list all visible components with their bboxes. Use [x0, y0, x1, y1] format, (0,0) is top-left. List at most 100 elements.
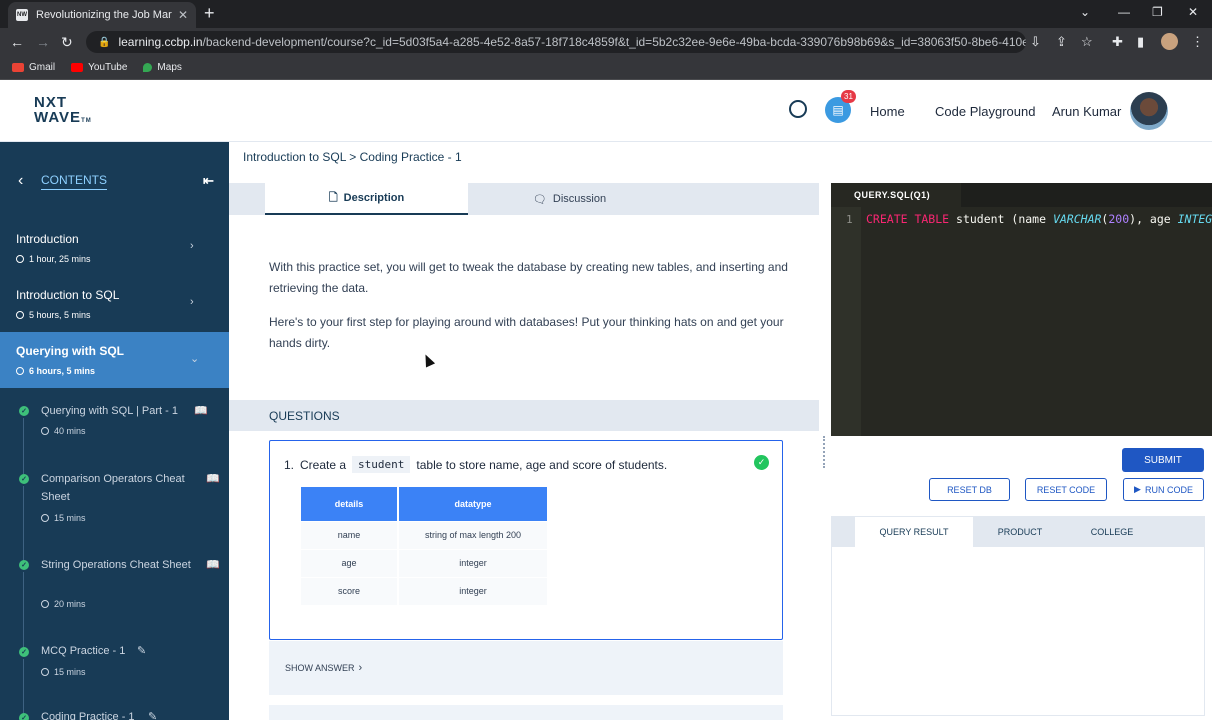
window-close-icon[interactable]: ✕ — [1188, 5, 1198, 19]
contents-label[interactable]: CONTENTS — [41, 173, 107, 190]
tab-college[interactable]: COLLEGE — [1067, 517, 1157, 547]
check-icon: ✓ — [19, 474, 29, 484]
nav-code-playground[interactable]: Code Playground — [935, 104, 1035, 119]
close-icon[interactable]: ✕ — [178, 8, 188, 22]
result-tabs: QUERY RESULT PRODUCT COLLEGE — [832, 517, 1204, 547]
address-bar-row: ← → ↻ 🔒 learning.ccbp.in/backend-develop… — [0, 28, 1212, 56]
tab-product[interactable]: PRODUCT — [973, 517, 1067, 547]
run-code-button[interactable]: ▶ RUN CODE — [1123, 478, 1204, 501]
extensions-icon[interactable]: ✚ — [1112, 34, 1123, 50]
reload-icon[interactable]: ↻ — [61, 34, 73, 51]
code-keyword: CREATE TABLE — [866, 212, 950, 226]
module-duration: 5 hours, 5 mins — [16, 310, 91, 320]
new-tab-icon[interactable]: + — [204, 4, 215, 22]
back-arrow-icon[interactable]: ← — [10, 34, 24, 50]
item-title: Coding Practice - 1 — [41, 711, 135, 720]
questions-header: QUESTIONS — [229, 400, 819, 431]
sidepanel-icon[interactable]: ▮ — [1137, 34, 1144, 50]
timer-icon[interactable] — [789, 100, 807, 118]
sidebar-module-introduction[interactable]: Introduction 1 hour, 25 mins › — [0, 220, 229, 276]
button-label: RUN CODE — [1144, 484, 1193, 495]
reset-code-button[interactable]: RESET CODE — [1025, 478, 1107, 501]
tab-description[interactable]: 🗋 Description — [265, 183, 468, 215]
collapse-sidebar-icon[interactable]: ⇤ — [203, 173, 214, 189]
youtube-icon — [71, 63, 84, 72]
timeline-line — [23, 659, 24, 715]
table-row: score integer — [301, 576, 549, 605]
install-icon[interactable]: ⇩ — [1030, 34, 1041, 50]
browser-tab[interactable]: NW Revolutionizing the Job Market | ✕ — [8, 2, 196, 28]
tab-discussion[interactable]: 🗨 Discussion — [468, 183, 671, 215]
timeline-line — [23, 572, 24, 648]
chevron-down-icon[interactable]: ⌄ — [1080, 5, 1090, 19]
table-row: age integer — [301, 548, 549, 577]
profile-avatar[interactable] — [1161, 33, 1178, 50]
clock-icon — [41, 427, 49, 435]
duration-text: 5 hours, 5 mins — [29, 310, 91, 320]
chevron-right-icon: › — [190, 240, 194, 252]
bookmark-star-icon[interactable]: ☆ — [1081, 34, 1093, 50]
bookmarks-bar: Gmail YouTube Maps — [0, 56, 1212, 80]
item-duration: 20 mins — [41, 599, 86, 609]
bookmark-youtube[interactable]: YouTube — [71, 62, 127, 73]
nav-home[interactable]: Home — [870, 104, 905, 119]
user-name[interactable]: Arun Kumar — [1052, 104, 1121, 119]
book-icon: 📖 — [194, 405, 208, 417]
tab-label: Description — [343, 192, 405, 204]
pencil-icon: ✎ — [148, 711, 158, 720]
table-cell: age — [301, 548, 399, 577]
show-answer-button[interactable]: SHOW ANSWER › — [269, 641, 783, 695]
code-editor[interactable]: QUERY.SQL(Q1) 1 CREATE TABLE student (na… — [831, 183, 1212, 436]
code-identifier: student (name — [949, 212, 1053, 226]
url-host: learning.ccbp.in — [118, 35, 203, 49]
resize-handle[interactable] — [823, 436, 827, 468]
lock-icon: 🔒 — [98, 36, 111, 48]
table-cell: name — [301, 520, 399, 549]
browser-tab-bar: NW Revolutionizing the Job Market | ✕ + … — [0, 0, 1212, 28]
bookmark-maps[interactable]: Maps — [143, 62, 182, 73]
play-icon: ▶ — [1134, 484, 1141, 494]
share-icon[interactable]: ⇪ — [1056, 34, 1067, 50]
question-suffix: table to store name, age and score of st… — [416, 457, 668, 472]
mouse-cursor-icon — [420, 352, 436, 368]
code-type: INTEGER — [1177, 212, 1212, 226]
book-icon: 📖 — [206, 559, 220, 571]
editor-file-tab[interactable]: QUERY.SQL(Q1) — [831, 183, 961, 207]
bookmark-label: Maps — [157, 62, 182, 73]
maximize-icon[interactable]: ❐ — [1152, 5, 1163, 19]
favicon-icon: NW — [16, 9, 28, 21]
item-duration: 15 mins — [41, 513, 86, 523]
submit-button[interactable]: SUBMIT — [1122, 448, 1204, 472]
code-line[interactable]: CREATE TABLE student (name VARCHAR(200),… — [866, 212, 1212, 226]
item-duration: 15 mins — [41, 667, 86, 677]
bookmark-label: YouTube — [88, 62, 128, 73]
question-card: 1. Create a student table to store name,… — [269, 440, 783, 640]
avatar[interactable] — [1130, 92, 1168, 130]
sidebar-module-querying-sql[interactable]: Querying with SQL 6 hours, 5 mins ⌄ — [0, 332, 229, 388]
question-code: student — [352, 456, 411, 473]
menu-icon[interactable]: ⋮ — [1191, 34, 1204, 50]
forward-arrow-icon[interactable]: → — [36, 34, 50, 50]
reset-db-button[interactable]: RESET DB — [929, 478, 1010, 501]
sidebar-module-intro-sql[interactable]: Introduction to SQL 5 hours, 5 mins › — [0, 276, 229, 332]
editor-gutter — [831, 207, 861, 436]
item-title: String Operations Cheat Sheet — [41, 559, 191, 571]
tab-query-result[interactable]: QUERY RESULT — [855, 517, 973, 547]
chevron-left-icon[interactable]: ‹ — [18, 172, 23, 190]
description-paragraph-1: With this practice set, you will get to … — [269, 260, 788, 295]
table-cell: score — [301, 576, 399, 605]
url-path: /backend-development/course?c_id=5d03f5a… — [202, 35, 1026, 49]
module-duration: 1 hour, 25 mins — [16, 254, 91, 264]
check-icon: ✓ — [19, 647, 29, 657]
nxtwave-logo[interactable]: NXT WAVETM — [34, 95, 104, 129]
code-identifier: ), age — [1129, 212, 1178, 226]
module-title: Querying with SQL — [16, 344, 125, 358]
bookmark-gmail[interactable]: Gmail — [12, 62, 55, 73]
module-title: Introduction to SQL — [16, 288, 120, 302]
url-field[interactable]: 🔒 learning.ccbp.in/backend-development/c… — [86, 31, 1026, 53]
tab-label: Discussion — [552, 193, 607, 205]
minimize-icon[interactable]: — — [1118, 5, 1130, 19]
pencil-icon: ✎ — [137, 645, 147, 657]
table-row: name string of max length 200 — [301, 520, 549, 549]
duration-text: 20 mins — [54, 599, 86, 609]
